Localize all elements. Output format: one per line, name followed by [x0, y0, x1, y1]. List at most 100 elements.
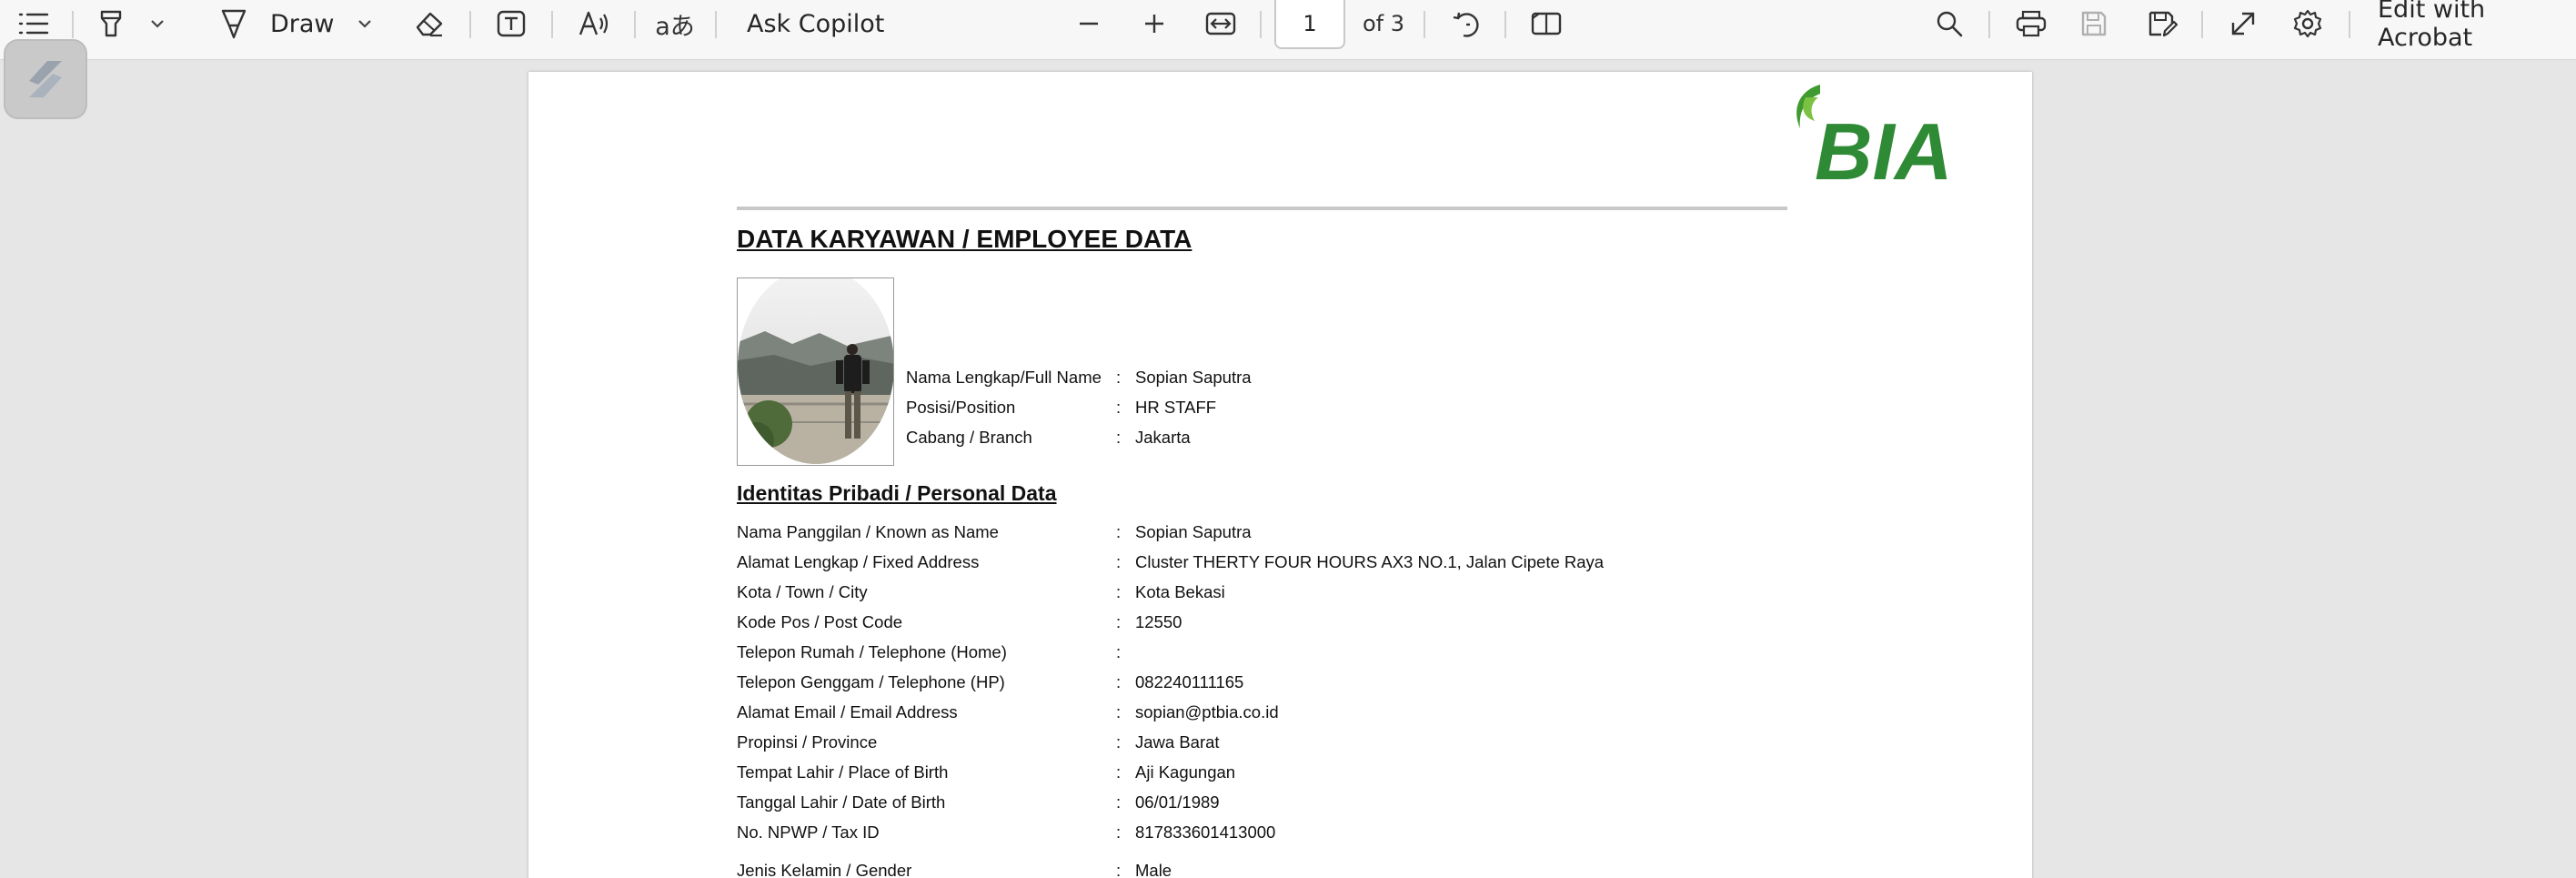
- field-label: Telepon Genggam / Telephone (HP): [737, 672, 1005, 691]
- pdf-page: BIA DATA KARYAWAN / EMPLOYEE DATA Nama L…: [528, 72, 2032, 878]
- field-label: Nama Lengkap/Full Name: [906, 368, 1102, 387]
- field-row-place-of-birth: Tempat Lahir / Place of Birth : Aji Kagu…: [737, 760, 1828, 785]
- field-label: Cabang / Branch: [906, 428, 1032, 447]
- field-label: Propinsi / Province: [737, 732, 878, 752]
- field-label: Kota / Town / City: [737, 582, 868, 601]
- zoom-out-icon[interactable]: [1071, 7, 1107, 40]
- field-value: Sopian Saputra: [1135, 522, 1252, 541]
- print-icon[interactable]: [2010, 5, 2052, 42]
- field-label: No. NPWP / Tax ID: [737, 822, 880, 842]
- field-colon: :: [1116, 428, 1122, 447]
- field-colon: :: [1116, 642, 1122, 661]
- field-value: 12550: [1135, 612, 1182, 631]
- field-row-gender: Jenis Kelamin / Gender : Male: [737, 858, 1828, 878]
- field-row-email: Alamat Email / Email Address : sopian@pt…: [737, 700, 1828, 725]
- field-value: Aji Kagungan: [1135, 762, 1236, 782]
- toolbar-divider: [634, 11, 636, 38]
- field-row-date-of-birth: Tanggal Lahir / Date of Birth : 06/01/19…: [737, 790, 1828, 815]
- field-label: Telepon Rumah / Telephone (Home): [737, 642, 1007, 661]
- personal-data-heading: Identitas Pribadi / Personal Data: [737, 481, 1057, 505]
- field-value: Kota Bekasi: [1135, 582, 1225, 601]
- field-colon: :: [1116, 861, 1122, 878]
- page-title: DATA KARYAWAN / EMPLOYEE DATA: [737, 225, 1192, 253]
- field-value: HR STAFF: [1135, 398, 1217, 417]
- translate-icon[interactable]: aあ: [653, 5, 697, 42]
- field-value: 082240111165: [1135, 672, 1244, 691]
- pdf-toolbar: Draw aあ Ask Copilot 1 of 3 Edit with Acr…: [0, 0, 2576, 60]
- field-colon: :: [1116, 762, 1122, 782]
- ask-copilot-button[interactable]: Ask Copilot: [747, 0, 884, 47]
- draw-icon[interactable]: [215, 5, 253, 42]
- toolbar-divider: [2349, 11, 2350, 38]
- field-row-address: Alamat Lengkap / Fixed Address : Cluster…: [737, 550, 1828, 575]
- field-value: Male: [1135, 861, 1172, 878]
- highlight-chevron-down-icon[interactable]: [144, 11, 171, 36]
- field-label: Tanggal Lahir / Date of Birth: [737, 792, 946, 812]
- toolbar-divider: [1260, 11, 1262, 38]
- page-number-input[interactable]: 1: [1274, 0, 1345, 49]
- field-colon: :: [1116, 822, 1122, 842]
- field-colon: :: [1116, 732, 1122, 752]
- field-label: Nama Panggilan / Known as Name: [737, 522, 999, 541]
- field-colon: :: [1116, 582, 1122, 601]
- full-screen-icon[interactable]: [2223, 5, 2263, 42]
- field-label: Jenis Kelamin / Gender: [737, 861, 912, 878]
- draw-chevron-down-icon[interactable]: [351, 11, 378, 36]
- field-value: Jawa Barat: [1135, 732, 1220, 752]
- field-colon: :: [1116, 702, 1122, 722]
- field-row-tax-id: No. NPWP / Tax ID : 817833601413000: [737, 820, 1828, 845]
- company-logo: BIA: [1787, 76, 1987, 197]
- toolbar-divider: [469, 11, 471, 38]
- toolbar-divider: [2201, 11, 2203, 38]
- logo-text: BIA: [1815, 106, 1953, 185]
- draw-button[interactable]: Draw: [270, 0, 335, 47]
- employee-photo: [737, 278, 894, 466]
- page-count-label: of 3: [1363, 11, 1405, 36]
- save-icon: [2074, 5, 2114, 42]
- field-colon: :: [1116, 552, 1122, 571]
- field-row-branch: Cabang / Branch : Jakarta: [906, 425, 1725, 450]
- field-row-province: Propinsi / Province : Jawa Barat: [737, 730, 1828, 755]
- field-label: Alamat Email / Email Address: [737, 702, 958, 722]
- search-icon[interactable]: [1929, 5, 1969, 42]
- field-colon: :: [1116, 398, 1122, 417]
- fit-width-icon[interactable]: [1201, 5, 1241, 42]
- field-value: 817833601413000: [1135, 822, 1276, 842]
- field-row-position: Posisi/Position : HR STAFF: [906, 395, 1725, 420]
- field-row-known-as: Nama Panggilan / Known as Name : Sopian …: [737, 520, 1828, 545]
- gear-icon[interactable]: [2287, 5, 2329, 42]
- eraser-icon[interactable]: [409, 5, 449, 42]
- field-colon: :: [1116, 612, 1122, 631]
- field-value: Jakarta: [1135, 428, 1191, 447]
- read-aloud-icon[interactable]: [573, 5, 615, 42]
- edit-with-acrobat-button[interactable]: Edit with Acrobat: [2378, 0, 2576, 52]
- field-row-full-name: Nama Lengkap/Full Name : Sopian Saputra: [906, 365, 1725, 390]
- field-row-mobile-phone: Telepon Genggam / Telephone (HP) : 08224…: [737, 670, 1828, 695]
- rotate-icon[interactable]: [1446, 5, 1486, 44]
- field-colon: :: [1116, 792, 1122, 812]
- header-rule: [737, 207, 1787, 210]
- save-as-icon[interactable]: [2141, 5, 2183, 42]
- toolbar-divider: [1424, 11, 1425, 38]
- toolbar-divider: [72, 11, 74, 38]
- zoom-in-icon[interactable]: [1136, 7, 1172, 40]
- field-value: Sopian Saputra: [1135, 368, 1252, 387]
- toolbar-divider: [1988, 11, 1990, 38]
- text-box-icon[interactable]: [491, 5, 531, 42]
- highlight-icon[interactable]: [91, 5, 131, 42]
- field-label: Posisi/Position: [906, 398, 1016, 417]
- field-label: Kode Pos / Post Code: [737, 612, 903, 631]
- contents-list-icon[interactable]: [13, 5, 55, 42]
- floating-tool-button[interactable]: [4, 39, 87, 119]
- field-label: Tempat Lahir / Place of Birth: [737, 762, 949, 782]
- toolbar-divider: [551, 11, 553, 38]
- field-colon: :: [1116, 368, 1122, 387]
- toolbar-divider: [1504, 11, 1506, 38]
- field-value: Cluster THERTY FOUR HOURS AX3 NO.1, Jala…: [1135, 552, 1605, 571]
- field-row-city: Kota / Town / City : Kota Bekasi: [737, 580, 1828, 605]
- field-label: Alamat Lengkap / Fixed Address: [737, 552, 980, 571]
- field-row-post-code: Kode Pos / Post Code : 12550: [737, 610, 1828, 635]
- page-view-icon[interactable]: [1525, 5, 1567, 42]
- field-value: sopian@ptbia.co.id: [1135, 702, 1279, 722]
- field-colon: :: [1116, 522, 1122, 541]
